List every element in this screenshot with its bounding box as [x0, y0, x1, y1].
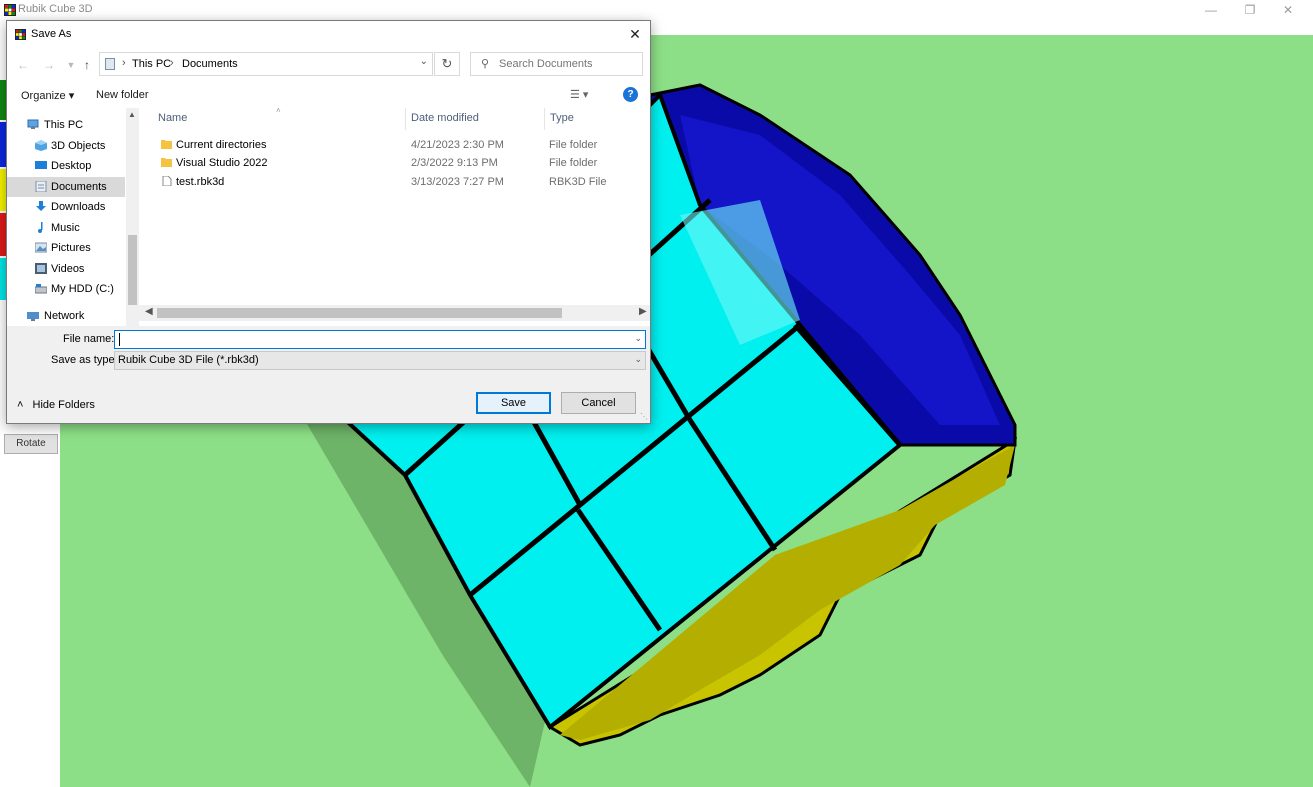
- drive-icon: [35, 284, 47, 294]
- close-icon[interactable]: ✕: [1270, 0, 1306, 20]
- chevron-down-icon[interactable]: ⌄: [634, 333, 642, 344]
- app-title: Rubik Cube 3D: [18, 3, 93, 15]
- navigation-row: ← → ▼ ↑ › This PC › Documents ⌄ ↻ ⚲: [7, 48, 650, 83]
- rubik-app-icon: [15, 29, 26, 40]
- file-row[interactable]: Current directories 4/21/2023 2:30 PM Fi…: [139, 136, 650, 155]
- file-row[interactable]: test.rbk3d 3/13/2023 7:27 PM RBK3D File: [139, 173, 650, 192]
- resize-grip-icon[interactable]: ⋱: [640, 412, 648, 421]
- file-row[interactable]: Visual Studio 2022 2/3/2022 9:13 PM File…: [139, 154, 650, 173]
- save-type-select[interactable]: Rubik Cube 3D File (*.rbk3d) ⌄: [114, 351, 646, 370]
- up-arrow-icon[interactable]: ↑: [78, 57, 96, 73]
- nav-item-this-pc[interactable]: This PC: [7, 115, 125, 135]
- scrollbar-thumb[interactable]: [128, 235, 137, 305]
- organize-button[interactable]: Organize ▾: [21, 89, 74, 102]
- chevron-down-icon[interactable]: ⌄: [634, 354, 642, 365]
- back-arrow-icon[interactable]: ←: [14, 57, 32, 73]
- close-icon[interactable]: ✕: [620, 21, 650, 48]
- column-header-date[interactable]: Date modified: [411, 112, 479, 124]
- file-name-label: File name:: [63, 333, 115, 345]
- rotate-button[interactable]: Rotate: [4, 434, 58, 454]
- save-type-label: Save as type:: [51, 354, 118, 366]
- scrollbar-thumb[interactable]: [157, 308, 562, 318]
- computer-icon: [27, 119, 39, 129]
- nav-item-my-hdd[interactable]: My HDD (C:): [7, 279, 125, 299]
- computer-icon: [105, 58, 115, 70]
- dialog-title: Save As: [31, 28, 72, 40]
- column-header-type[interactable]: Type: [550, 112, 574, 124]
- desktop-icon: [35, 161, 47, 169]
- rubik-app-icon: [4, 4, 16, 16]
- address-bar[interactable]: › This PC › Documents ⌄: [99, 52, 433, 76]
- column-divider[interactable]: [405, 108, 406, 130]
- chevron-right-icon: ›: [170, 57, 174, 69]
- help-icon[interactable]: ?: [623, 87, 638, 102]
- scroll-right-icon[interactable]: ▶: [639, 306, 647, 317]
- breadcrumb-this-pc[interactable]: This PC: [132, 58, 171, 70]
- nav-item-3d-objects[interactable]: 3D Objects: [7, 136, 125, 156]
- nav-item-network[interactable]: Network: [7, 306, 125, 326]
- documents-icon: [35, 181, 47, 192]
- app-titlebar: Rubik Cube 3D — ❐ ✕: [0, 0, 1313, 20]
- refresh-icon[interactable]: ↻: [434, 52, 460, 76]
- save-type-value: Rubik Cube 3D File (*.rbk3d): [118, 354, 259, 366]
- downloads-icon: [36, 201, 46, 211]
- sort-ascending-icon: ˄: [276, 106, 281, 115]
- dialog-titlebar: Save As ✕: [7, 21, 650, 48]
- 3d-objects-icon: [35, 140, 47, 151]
- search-icon: ⚲: [481, 58, 490, 70]
- folder-icon: [161, 158, 172, 167]
- nav-item-music[interactable]: Music: [7, 218, 125, 238]
- nav-item-downloads[interactable]: Downloads: [7, 197, 125, 217]
- nav-item-desktop[interactable]: Desktop: [7, 156, 125, 176]
- folder-icon: [161, 140, 172, 149]
- cancel-button[interactable]: Cancel: [561, 392, 636, 414]
- chevron-up-icon: ˄: [17, 399, 24, 411]
- minimize-icon[interactable]: —: [1193, 0, 1229, 20]
- forward-arrow-icon[interactable]: →: [40, 57, 58, 73]
- column-headers: Name ˄ Date modified Type: [139, 106, 650, 130]
- file-name-input[interactable]: [118, 332, 623, 347]
- column-header-name[interactable]: Name: [158, 112, 187, 124]
- view-options-icon[interactable]: ☰ ▾: [570, 88, 588, 101]
- nav-pane-scrollbar[interactable]: ▲: [126, 108, 139, 326]
- save-button[interactable]: Save: [476, 392, 551, 414]
- breadcrumb-documents[interactable]: Documents: [182, 58, 238, 70]
- file-name-field[interactable]: ⌄: [114, 330, 646, 349]
- nav-item-videos[interactable]: Videos: [7, 259, 125, 279]
- text-caret: [119, 333, 120, 346]
- search-box[interactable]: ⚲: [470, 52, 643, 76]
- videos-icon: [35, 263, 47, 274]
- restore-icon[interactable]: ❐: [1232, 0, 1268, 20]
- column-divider[interactable]: [544, 108, 545, 130]
- nav-item-pictures[interactable]: Pictures: [7, 238, 125, 258]
- chevron-down-icon[interactable]: ⌄: [420, 56, 428, 67]
- music-icon: [38, 222, 43, 233]
- chevron-right-icon: ›: [122, 57, 126, 69]
- dialog-toolbar: Organize ▾ New folder ☰ ▾ ?: [7, 83, 650, 108]
- save-as-dialog: Save As ✕ ← → ▼ ↑ › This PC › Documents …: [6, 20, 651, 424]
- scroll-up-icon[interactable]: ▲: [128, 110, 136, 119]
- pictures-icon: [35, 242, 47, 253]
- file-list-hscrollbar[interactable]: ◀ ▶: [139, 305, 650, 321]
- navigation-pane: This PC 3D Objects Desktop Documents Dow…: [7, 108, 139, 326]
- search-input[interactable]: [499, 56, 639, 72]
- hide-folders-button[interactable]: ˄ Hide Folders: [17, 399, 95, 411]
- network-icon: [27, 312, 39, 321]
- scroll-left-icon[interactable]: ◀: [145, 306, 153, 317]
- file-icon: [162, 176, 172, 186]
- nav-item-documents[interactable]: Documents: [7, 177, 125, 197]
- new-folder-button[interactable]: New folder: [96, 89, 149, 101]
- file-list: Name ˄ Date modified Type Current direct…: [139, 106, 650, 326]
